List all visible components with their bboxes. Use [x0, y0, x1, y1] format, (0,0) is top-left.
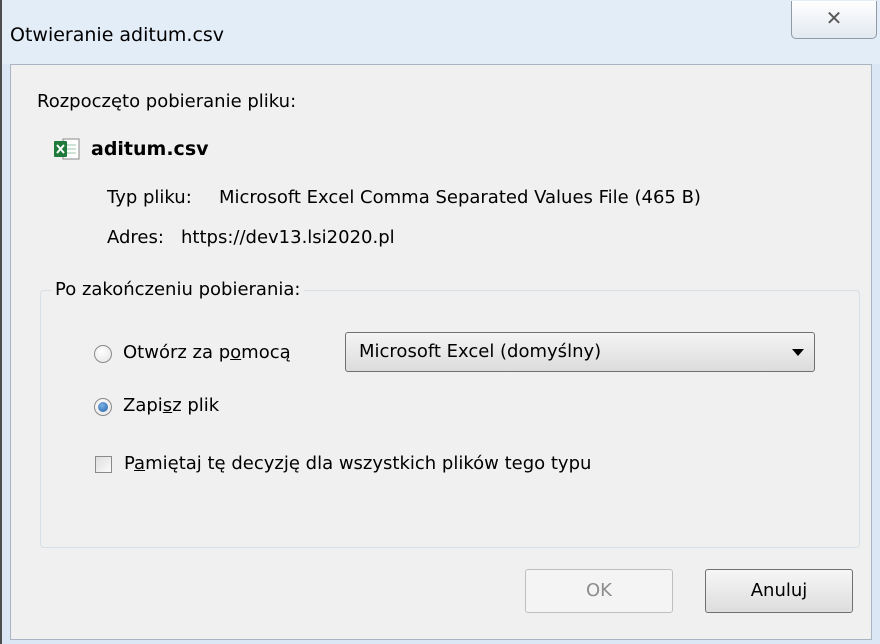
- remember-decision-checkbox[interactable]: [95, 456, 112, 473]
- save-file-radio[interactable]: [94, 398, 112, 416]
- dialog-body: Rozpoczęto pobieranie pliku: aditum.csv …: [10, 64, 872, 640]
- close-button[interactable]: ✕: [791, 1, 877, 39]
- file-type-value: Microsoft Excel Comma Separated Values F…: [219, 187, 701, 208]
- open-with-app-select[interactable]: Microsoft Excel (domyślny): [345, 332, 815, 372]
- open-with-label[interactable]: Otwórz za pomocą: [123, 342, 291, 363]
- close-icon[interactable]: ✕: [826, 6, 843, 30]
- download-started-heading: Rozpoczęto pobieranie pliku:: [37, 91, 297, 112]
- cancel-button[interactable]: Anuluj: [705, 569, 853, 613]
- ok-button[interactable]: OK: [525, 569, 673, 613]
- dropdown-arrow-icon[interactable]: [792, 349, 804, 356]
- title-bar[interactable]: Otwieranie aditum.csv ✕: [2, 0, 880, 64]
- window-title: Otwieranie aditum.csv: [10, 24, 225, 46]
- file-type-label: Typ pliku:: [107, 187, 192, 208]
- address-label: Adres:: [107, 227, 164, 248]
- excel-csv-file-icon: [54, 138, 80, 160]
- after-download-group: [40, 290, 860, 548]
- file-name: aditum.csv: [91, 138, 209, 160]
- after-download-group-label: Po zakończeniu pobierania:: [51, 279, 305, 300]
- download-dialog-window: Otwieranie aditum.csv ✕ Rozpoczęto pobie…: [0, 0, 880, 644]
- remember-decision-label[interactable]: Pamiętaj tę decyzję dla wszystkich plikó…: [124, 453, 591, 474]
- open-with-app-value: Microsoft Excel (domyślny): [359, 341, 602, 362]
- radio-selected-dot: [98, 402, 108, 412]
- open-with-radio[interactable]: [94, 345, 112, 363]
- address-value: https://dev13.lsi2020.pl: [181, 227, 395, 248]
- save-file-label[interactable]: Zapisz plik: [123, 395, 219, 416]
